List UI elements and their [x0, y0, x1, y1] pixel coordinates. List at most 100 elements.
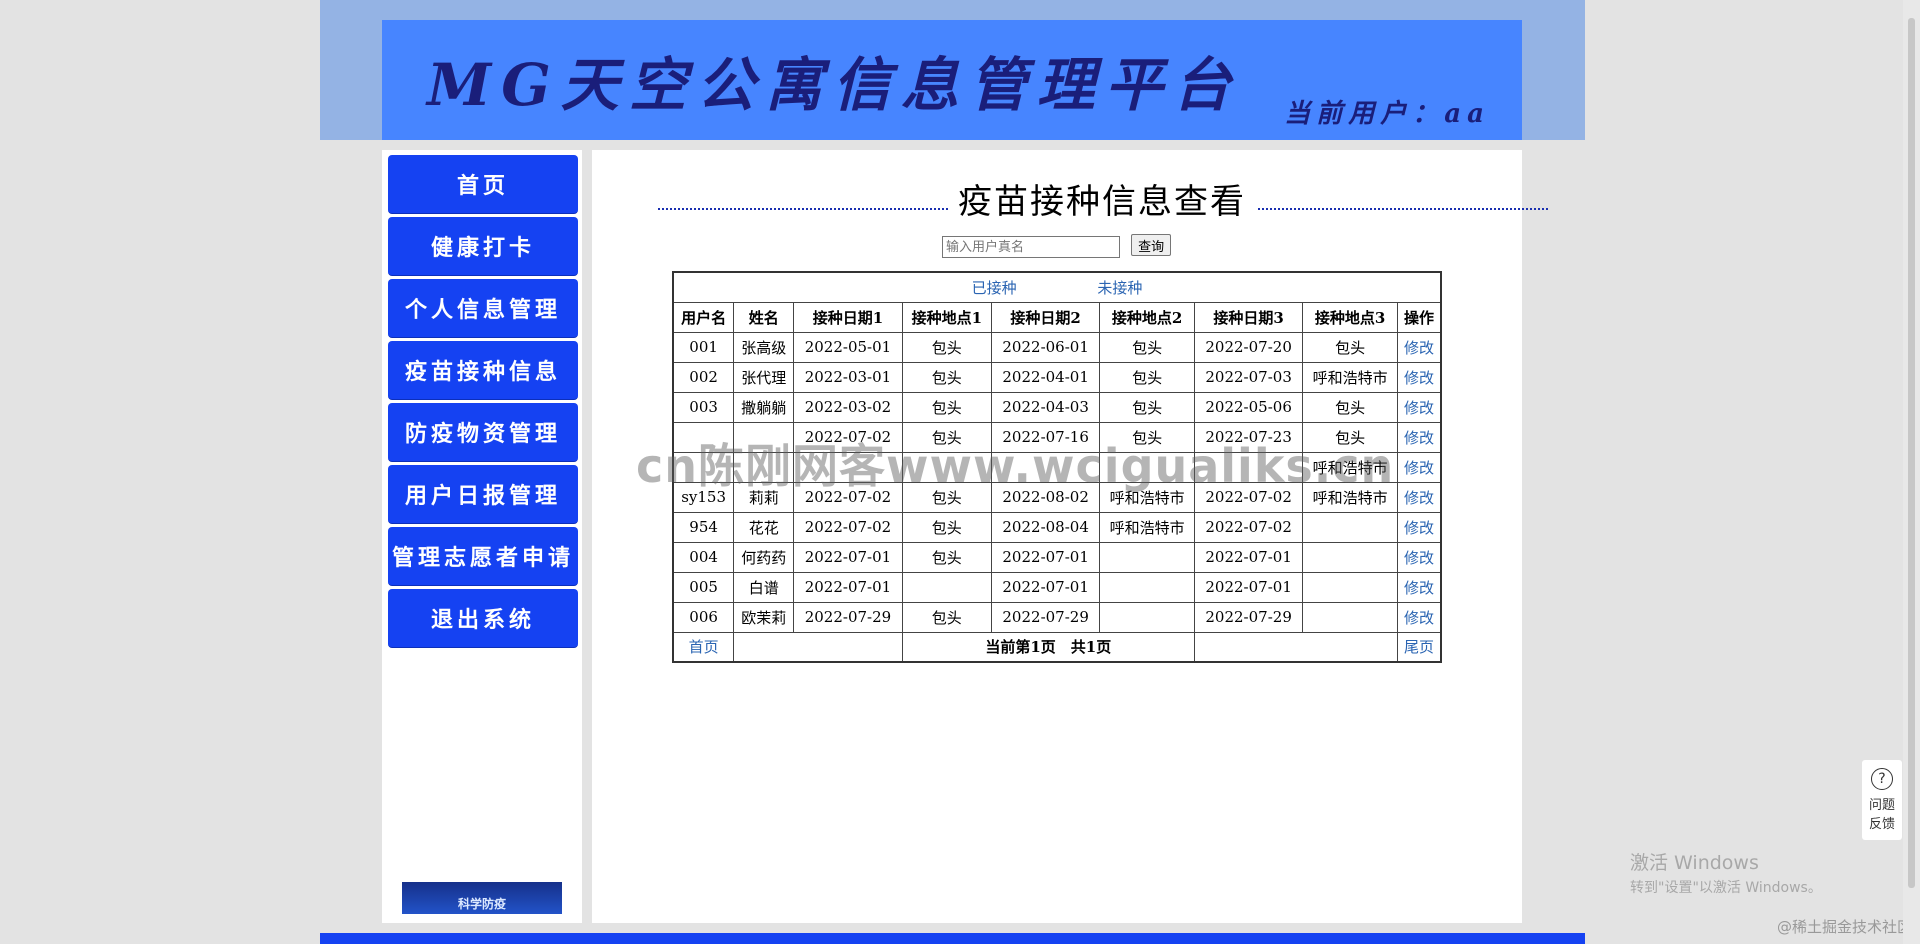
page-scrollbar[interactable] [1903, 0, 1920, 944]
cell-d1: 2022-07-29 [793, 601, 903, 633]
cell-d1: 2022-07-01 [793, 541, 903, 573]
col-username: 用户名 [672, 301, 735, 333]
filter-not-vaccinated-link[interactable]: 未接种 [1097, 279, 1142, 297]
cell-d2: 2022-04-03 [991, 391, 1101, 423]
cell-d3: 2022-07-01 [1194, 571, 1304, 603]
nav-personal-info[interactable]: 个人信息管理 [388, 279, 578, 338]
col-place1: 接种地点1 [901, 301, 993, 333]
nav-health-checkin[interactable]: 健康打卡 [388, 217, 578, 276]
cell-p3 [1302, 601, 1399, 633]
cell-username: 005 [672, 571, 735, 603]
filter-row: 已接种 未接种 [672, 271, 1442, 303]
cell-d2: 2022-06-01 [991, 331, 1101, 363]
question-icon: ? [1871, 768, 1893, 790]
edit-link[interactable]: 修改 [1404, 429, 1434, 447]
cell-p3: 呼和浩特市 [1302, 361, 1399, 393]
edit-link[interactable]: 修改 [1404, 339, 1434, 357]
current-user: 当前用户：aa [1284, 93, 1490, 130]
cell-p2 [1099, 541, 1196, 573]
windows-activation-notice: 激活 Windows 转到"设置"以激活 Windows。 [1630, 848, 1822, 897]
table-row: 002 张代理 2022-03-01 包头 2022-04-01 包头 2022-07-03… [672, 361, 1442, 393]
cell-username: 006 [672, 601, 735, 633]
cell-p3: 包头 [1302, 331, 1399, 363]
filter-vaccinated-link[interactable]: 已接种 [972, 279, 1017, 297]
col-place3: 接种地点3 [1302, 301, 1399, 333]
cell-d1: 2022-03-01 [793, 361, 903, 393]
edit-link[interactable]: 修改 [1404, 399, 1434, 417]
cell-d3: 2022-07-20 [1194, 331, 1304, 363]
cell-p1: 包头 [901, 391, 993, 423]
cell-p1 [901, 571, 993, 603]
feedback-widget[interactable]: ? 问题 反馈 [1862, 760, 1902, 840]
cell-p2: 包头 [1099, 391, 1196, 423]
title-divider-right [1258, 208, 1548, 210]
nav-logout[interactable]: 退出系统 [388, 589, 578, 648]
search-bar: 查询 [942, 234, 1172, 258]
nav-vaccine-info[interactable]: 疫苗接种信息 [388, 341, 578, 400]
table-header: 用户名 姓名 接种日期1 接种地点1 接种日期2 接种地点2 接种日期3 接种地… [672, 301, 1442, 333]
cell-p2: 呼和浩特市 [1099, 511, 1196, 543]
cell-name: 花花 [733, 511, 795, 543]
edit-link[interactable]: 修改 [1404, 369, 1434, 387]
pager-row: 首页 当前第1页 共1页 尾页 [672, 631, 1442, 663]
page-title-row: 疫苗接种信息查看 [658, 174, 1548, 222]
pager-first-link[interactable]: 首页 [689, 638, 719, 656]
edit-link[interactable]: 修改 [1404, 609, 1434, 627]
cell-p3 [1302, 541, 1399, 573]
current-user-label: 当前用户： [1284, 99, 1445, 129]
edit-link[interactable]: 修改 [1404, 519, 1434, 537]
col-date2: 接种日期2 [991, 301, 1101, 333]
cell-name: 何药药 [733, 541, 795, 573]
nav-supplies[interactable]: 防疫物资管理 [388, 403, 578, 462]
cell-name: 撒躺躺 [733, 391, 795, 423]
main-content: 疫苗接种信息查看 查询 已接种 未接种 用户名 姓名 接种日期1 接种地点1 接… [592, 150, 1548, 923]
cell-name: 张代理 [733, 361, 795, 393]
scrollbar-thumb[interactable] [1908, 18, 1915, 888]
pager-info: 当前第1页 共1页 [901, 631, 1196, 663]
cell-d3: 2022-07-29 [1194, 601, 1304, 633]
table-row: 001 张高级 2022-05-01 包头 2022-06-01 包头 2022-07-20… [672, 331, 1442, 363]
table-row: 003 撒躺躺 2022-03-02 包头 2022-04-03 包头 2022-05-06… [672, 391, 1442, 423]
cell-username: 004 [672, 541, 735, 573]
cell-d1: 2022-05-01 [793, 331, 903, 363]
nav-daily-report[interactable]: 用户日报管理 [388, 465, 578, 524]
nav-home[interactable]: 首页 [388, 155, 578, 214]
cell-name: 白谱 [733, 571, 795, 603]
footer-bar [320, 933, 1585, 944]
edit-link[interactable]: 修改 [1404, 459, 1434, 477]
cell-p1: 包头 [901, 361, 993, 393]
cell-p2 [1099, 601, 1196, 633]
cell-p1: 包头 [901, 541, 993, 573]
cell-name: 张高级 [733, 331, 795, 363]
col-date3: 接种日期3 [1194, 301, 1304, 333]
cell-name: 欧茉莉 [733, 601, 795, 633]
feedback-label-1: 问题 [1868, 798, 1895, 813]
edit-link[interactable]: 修改 [1404, 579, 1434, 597]
cell-username: 001 [672, 331, 735, 363]
activate-title: 激活 Windows [1630, 852, 1759, 874]
cell-d1: 2022-03-02 [793, 391, 903, 423]
col-place2: 接种地点2 [1099, 301, 1196, 333]
search-button[interactable]: 查询 [1131, 234, 1172, 256]
watermark-text: cn陈刚网客www.wcigualiks.cn [636, 439, 1395, 493]
col-name: 姓名 [733, 301, 795, 333]
activate-subtitle: 转到"设置"以激活 Windows。 [1630, 880, 1822, 896]
cell-d3: 2022-07-03 [1194, 361, 1304, 393]
search-input[interactable] [942, 236, 1120, 258]
credit-text: @稀土掘金技术社区 [1776, 918, 1912, 936]
edit-link[interactable]: 修改 [1404, 549, 1434, 567]
cell-d2: 2022-04-01 [991, 361, 1101, 393]
promo-banner: 科学防疫 [402, 882, 562, 914]
table-row: 005 白谱 2022-07-01 2022-07-01 2022-07-01 修改 [672, 571, 1442, 603]
cell-p1: 包头 [901, 601, 993, 633]
table-row: 004 何药药 2022-07-01 包头 2022-07-01 2022-07-01 修改 [672, 541, 1442, 573]
cell-p3 [1302, 571, 1399, 603]
nav-volunteer[interactable]: 管理志愿者申请 [388, 527, 578, 586]
col-action: 操作 [1397, 301, 1442, 333]
cell-p2: 包头 [1099, 331, 1196, 363]
edit-link[interactable]: 修改 [1404, 489, 1434, 507]
table-row: 954 花花 2022-07-02 包头 2022-08-04 呼和浩特市 2022-07-… [672, 511, 1442, 543]
pager-last-link[interactable]: 尾页 [1404, 638, 1434, 656]
cell-username: 954 [672, 511, 735, 543]
cell-d3: 2022-07-01 [1194, 541, 1304, 573]
